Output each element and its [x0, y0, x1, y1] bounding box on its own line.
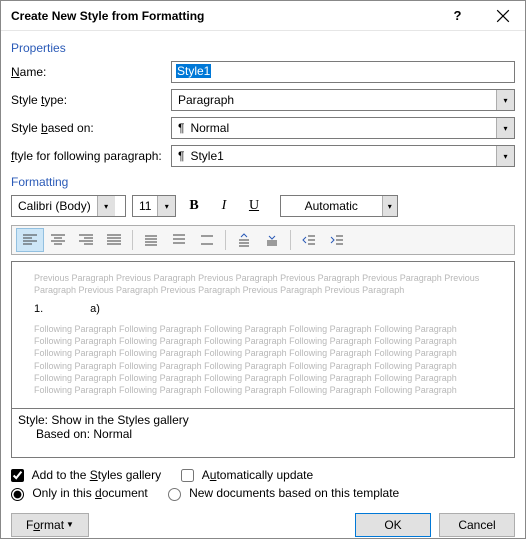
toolbar-separator	[132, 230, 133, 250]
chevron-down-icon: ▾	[496, 146, 514, 166]
name-label: Name:	[11, 65, 171, 79]
dialog-title: Create New Style from Formatting	[11, 9, 435, 23]
size-value: 11	[139, 199, 151, 213]
only-doc-radio[interactable]: Only in this document	[11, 486, 148, 500]
chevron-down-icon: ▾	[496, 118, 514, 138]
spacing-single-button[interactable]	[137, 228, 165, 252]
indent-decrease-button[interactable]	[295, 228, 323, 252]
name-input[interactable]: Style1	[171, 61, 515, 83]
bold-button[interactable]: B	[182, 195, 206, 217]
space-before-inc-button[interactable]	[230, 228, 258, 252]
spacing-double-icon	[199, 233, 215, 247]
ok-button[interactable]: OK	[355, 513, 431, 537]
preview-following-text: Following Paragraph Following Paragraph …	[34, 323, 492, 396]
style-type-dropdown[interactable]: Paragraph ▾	[171, 89, 515, 111]
properties-header: Properties	[11, 41, 515, 55]
add-gallery-checkbox[interactable]: Add to the Styles gallery	[11, 468, 161, 482]
preview-previous-text: Previous Paragraph Previous Paragraph Pr…	[34, 272, 492, 296]
format-button[interactable]: Format ▼	[11, 513, 89, 537]
cancel-button[interactable]: Cancel	[439, 513, 515, 537]
indent-increase-button[interactable]	[323, 228, 351, 252]
italic-button[interactable]: I	[212, 195, 236, 217]
new-docs-radio[interactable]: New documents based on this template	[168, 486, 399, 500]
close-icon	[495, 9, 511, 23]
desc-line1: Style: Show in the Styles gallery	[18, 413, 508, 427]
toolbar-separator	[225, 230, 226, 250]
dialog-window: Create New Style from Formatting ? Prope…	[0, 0, 526, 539]
style-type-value: Paragraph	[178, 93, 234, 107]
following-label: ftyle for following paragraph:	[11, 149, 171, 163]
underline-button[interactable]: U	[242, 195, 266, 217]
titlebar: Create New Style from Formatting ?	[1, 1, 525, 31]
align-center-icon	[50, 233, 66, 247]
font-color-value: Automatic	[305, 199, 358, 213]
indent-increase-icon	[329, 233, 345, 247]
close-button[interactable]	[480, 1, 525, 31]
formatting-header: Formatting	[11, 175, 515, 189]
based-on-value: Normal	[190, 121, 229, 135]
spacing-double-button[interactable]	[193, 228, 221, 252]
spacing-15-icon	[171, 233, 187, 247]
pilcrow-icon: ¶	[178, 121, 184, 135]
chevron-down-icon: ▾	[97, 196, 115, 216]
align-right-icon	[78, 233, 94, 247]
paragraph-toolbar	[11, 225, 515, 255]
spacing-15-button[interactable]	[165, 228, 193, 252]
spacing-single-icon	[143, 233, 159, 247]
font-value: Calibri (Body)	[18, 199, 91, 213]
space-before-dec-icon	[264, 233, 280, 247]
preview-current-line: 1. a)	[34, 302, 492, 317]
style-description-box: Style: Show in the Styles gallery Based …	[11, 408, 515, 458]
align-left-icon	[22, 233, 38, 247]
following-value: Style1	[190, 149, 223, 163]
toolbar-separator	[290, 230, 291, 250]
chevron-down-icon: ▼	[66, 520, 74, 529]
preview-box: Previous Paragraph Previous Paragraph Pr…	[11, 261, 515, 409]
space-before-inc-icon	[236, 233, 252, 247]
indent-decrease-icon	[301, 233, 317, 247]
align-justify-icon	[106, 233, 122, 247]
chevron-down-icon: ▾	[496, 90, 514, 110]
align-left-button[interactable]	[16, 228, 44, 252]
font-dropdown[interactable]: Calibri (Body) ▾	[11, 195, 126, 217]
align-justify-button[interactable]	[100, 228, 128, 252]
align-center-button[interactable]	[44, 228, 72, 252]
dialog-button-bar: Format ▼ OK Cancel	[11, 513, 515, 537]
align-right-button[interactable]	[72, 228, 100, 252]
based-on-label: Style based on:	[11, 121, 171, 135]
chevron-down-icon: ▾	[382, 196, 397, 216]
style-type-label: Style type:	[11, 93, 171, 107]
following-dropdown[interactable]: ¶ Style1 ▾	[171, 145, 515, 167]
space-before-dec-button[interactable]	[258, 228, 286, 252]
dialog-content: Properties Name: Style1 Style type: Para…	[1, 31, 525, 547]
size-dropdown[interactable]: 11 ▾	[132, 195, 176, 217]
options-group: Add to the Styles gallery Automatically …	[11, 468, 515, 505]
pilcrow-icon: ¶	[178, 149, 184, 163]
based-on-dropdown[interactable]: ¶ Normal ▾	[171, 117, 515, 139]
desc-line2: Based on: Normal	[18, 427, 508, 441]
chevron-down-icon: ▾	[157, 196, 175, 216]
font-color-dropdown[interactable]: Automatic ▾	[280, 195, 398, 217]
auto-update-checkbox[interactable]: Automatically update	[181, 468, 313, 482]
help-button[interactable]: ?	[435, 1, 480, 31]
